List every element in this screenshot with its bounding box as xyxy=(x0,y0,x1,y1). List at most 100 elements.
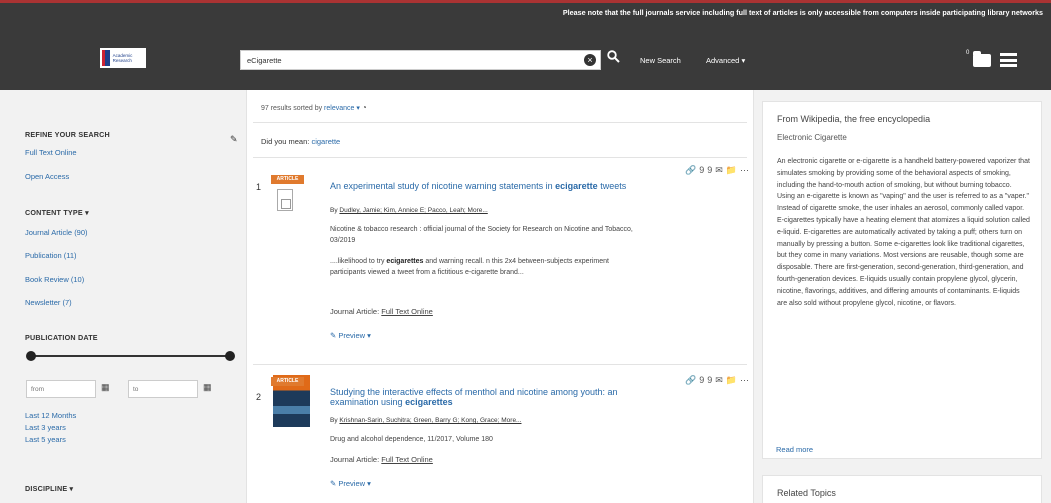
authors-links[interactable]: Krishnan-Sarin, Suchitra; Green, Barry G… xyxy=(339,417,521,424)
wiki-body: An electronic cigarette or e-cigarette i… xyxy=(777,158,1030,307)
date-slider-min-handle[interactable] xyxy=(26,351,36,361)
preview-toggle[interactable]: ✎ Preview ▾ xyxy=(330,331,371,340)
snippet-highlight: ecigarettes xyxy=(386,258,424,265)
result-number: 1 xyxy=(256,182,262,192)
preview-label: Preview ▾ xyxy=(338,331,371,340)
title-tail: tweets xyxy=(600,181,627,191)
result-source: Drug and alcohol dependence, 11/2017, Vo… xyxy=(330,436,493,443)
read-more-link[interactable]: Read more xyxy=(776,445,813,454)
logo-text: Academic Research xyxy=(112,53,133,63)
date-range-slider-track[interactable] xyxy=(30,355,232,357)
result-source: Nicotine & tobacco research : official j… xyxy=(330,226,633,244)
saved-items-folder-icon[interactable] xyxy=(973,51,991,67)
email-icon[interactable]: ✉ xyxy=(715,375,726,385)
permalink-icon[interactable]: 🔗 xyxy=(685,375,699,385)
divider xyxy=(253,157,747,158)
date-to-input[interactable] xyxy=(128,380,198,398)
wiki-subheading: Electronic Cigarette xyxy=(777,133,847,142)
results-summary: 97 results sorted by relevance ▾ ◔ xyxy=(261,103,367,112)
result-snippet: ....likelihood to try ecigarettes and wa… xyxy=(330,256,620,278)
did-you-mean: Did you mean: cigarette xyxy=(261,137,340,146)
hamburger-menu-icon[interactable] xyxy=(1000,53,1017,67)
wiki-heading: From Wikipedia, the free encyclopedia xyxy=(777,114,931,124)
site-logo[interactable]: Academic Research xyxy=(100,48,146,68)
wikipedia-card: From Wikipedia, the free encyclopedia El… xyxy=(762,101,1042,459)
result-actions: 🔗99✉📁⋯ xyxy=(685,375,752,386)
results-count-text: 97 results sorted by xyxy=(261,105,323,112)
result-authors: By Dudley, Jamie; Kim, Annice E; Pacco, … xyxy=(330,207,488,214)
save-folder-icon[interactable]: 📁 xyxy=(726,165,740,175)
logo-mark xyxy=(102,50,110,66)
right-sidebar: From Wikipedia, the free encyclopedia El… xyxy=(762,90,1042,503)
full-text-link[interactable]: Full Text Online xyxy=(381,455,433,464)
content-type-publication[interactable]: Publication (11) xyxy=(25,251,77,260)
date-last-3-years[interactable]: Last 3 years xyxy=(25,423,66,432)
divider xyxy=(253,122,747,123)
did-you-mean-suggestion[interactable]: cigarette xyxy=(311,137,340,146)
permalink-icon[interactable]: 🔗 xyxy=(685,165,699,175)
folder-count: 0 xyxy=(966,50,970,56)
calendar-from-icon[interactable]: ▦ xyxy=(101,382,110,393)
type-label: Journal Article: xyxy=(330,455,380,464)
result-authors: By Krishnan-Sarin, Suchitra; Green, Barr… xyxy=(330,417,521,424)
preview-toggle[interactable]: ✎ Preview ▾ xyxy=(330,479,371,488)
content-type-heading[interactable]: CONTENT TYPE ▾ xyxy=(25,208,89,217)
network-notice: Please note that the full journals servi… xyxy=(562,8,1043,17)
result-type: Journal Article: Full Text Online xyxy=(330,307,433,316)
title-highlight: ecigarette xyxy=(555,181,598,191)
refine-sidebar: REFINE YOUR SEARCH ✎ Full Text Online Op… xyxy=(8,90,245,503)
document-icon xyxy=(277,189,293,211)
snippet-pre: ....likelihood to try xyxy=(330,258,385,265)
related-topics-heading: Related Topics xyxy=(777,488,836,498)
preview-icon: ✎ xyxy=(330,479,337,488)
search-input[interactable] xyxy=(241,51,571,69)
did-you-mean-label: Did you mean: xyxy=(261,137,310,146)
new-search-link[interactable]: New Search xyxy=(640,56,681,65)
result-title-link[interactable]: An experimental study of nicotine warnin… xyxy=(330,181,640,191)
more-options-icon[interactable]: ⋯ xyxy=(740,165,752,175)
authors-prefix: By xyxy=(330,417,338,424)
result-actions: 🔗99✉📁⋯ xyxy=(685,165,752,176)
date-slider-max-handle[interactable] xyxy=(225,351,235,361)
filter-full-text-online[interactable]: Full Text Online xyxy=(25,148,77,157)
result-title-link[interactable]: Studying the interactive effects of ment… xyxy=(330,387,630,407)
preview-label: Preview ▾ xyxy=(338,479,371,488)
type-label: Journal Article: xyxy=(330,307,380,316)
date-last-5-years[interactable]: Last 5 years xyxy=(25,435,66,444)
clear-search-icon[interactable]: × xyxy=(584,54,596,66)
result-type: Journal Article: Full Text Online xyxy=(330,455,433,464)
edit-pencil-icon[interactable]: ✎ xyxy=(230,134,238,145)
content-type-journal-article[interactable]: Journal Article (90) xyxy=(25,228,88,237)
divider xyxy=(253,364,747,365)
cite-icon[interactable]: 99 xyxy=(699,165,715,175)
preview-icon: ✎ xyxy=(330,331,337,340)
title-text: An experimental study of nicotine warnin… xyxy=(330,181,553,191)
top-header-bar: Please note that the full journals servi… xyxy=(0,0,1051,90)
content-type-book-review[interactable]: Book Review (10) xyxy=(25,275,84,284)
filter-open-access[interactable]: Open Access xyxy=(25,172,69,181)
full-text-link[interactable]: Full Text Online xyxy=(381,307,433,316)
calendar-to-icon[interactable]: ▦ xyxy=(203,382,212,393)
result-number: 2 xyxy=(256,392,262,402)
related-topics-card: Related Topics xyxy=(762,475,1042,503)
email-icon[interactable]: ✉ xyxy=(715,165,726,175)
search-icon[interactable] xyxy=(607,50,620,66)
date-from-input[interactable] xyxy=(26,380,96,398)
save-folder-icon[interactable]: 📁 xyxy=(726,375,740,385)
title-text: Studying the interactive effects of ment… xyxy=(330,387,618,407)
rss-icon[interactable]: ◔ xyxy=(362,103,367,112)
search-box: × xyxy=(240,50,601,70)
content-type-newsletter[interactable]: Newsletter (7) xyxy=(25,298,72,307)
more-options-icon[interactable]: ⋯ xyxy=(740,375,752,385)
authors-prefix: By xyxy=(330,207,338,214)
cite-icon[interactable]: 99 xyxy=(699,375,715,385)
discipline-heading[interactable]: DISCIPLINE ▾ xyxy=(25,484,73,493)
refine-heading: REFINE YOUR SEARCH xyxy=(25,130,110,139)
authors-links[interactable]: Dudley, Jamie; Kim, Annice E; Pacco, Lea… xyxy=(339,207,487,214)
results-panel: 97 results sorted by relevance ▾ ◔ Did y… xyxy=(246,90,754,503)
article-badge: ARTICLE xyxy=(271,377,304,386)
sort-dropdown[interactable]: relevance ▾ xyxy=(324,105,360,112)
advanced-search-link[interactable]: Advanced ▾ xyxy=(706,56,745,65)
title-highlight: ecigarettes xyxy=(405,397,453,407)
date-last-12-months[interactable]: Last 12 Months xyxy=(25,411,76,420)
